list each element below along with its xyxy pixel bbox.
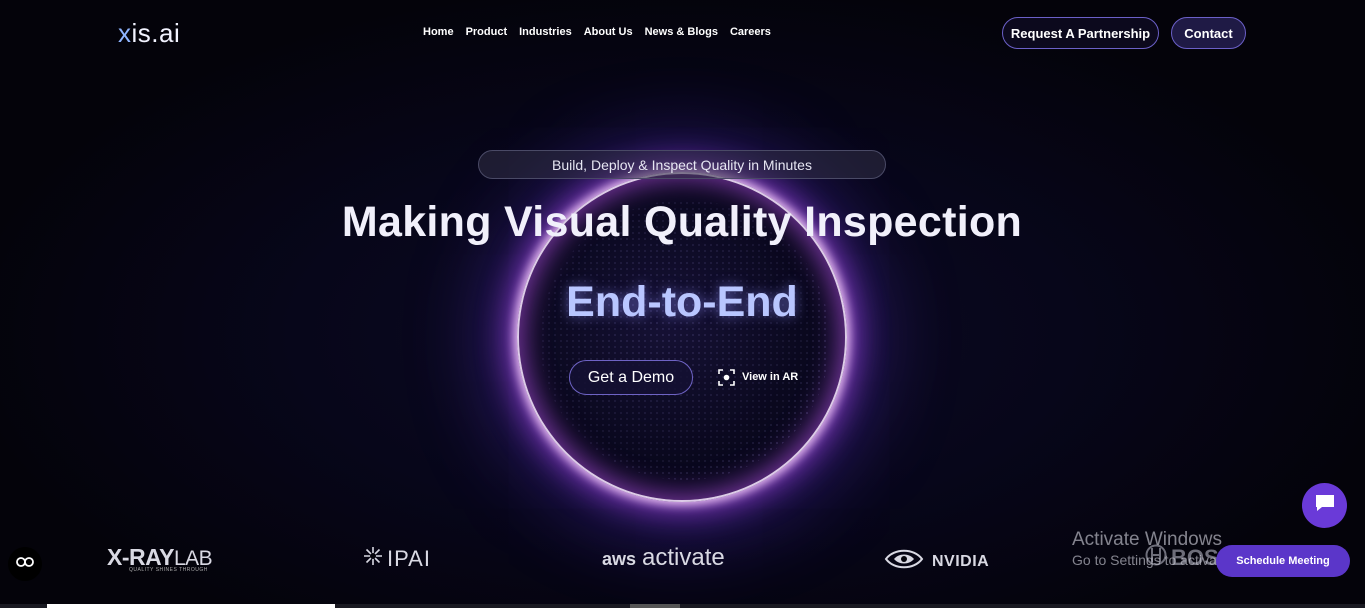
logo-x: x <box>118 18 132 48</box>
progress-segment-secondary <box>630 604 680 608</box>
logo-text: is.ai <box>131 18 181 48</box>
aws-activate-logo: aws activate <box>602 544 725 572</box>
nav-industries[interactable]: Industries <box>519 26 572 38</box>
nav-home[interactable]: Home <box>423 26 454 38</box>
nvidia-logo: NVIDIA <box>884 546 989 577</box>
nav-news-blogs[interactable]: News & Blogs <box>645 26 718 38</box>
hero-subtitle: End-to-End <box>566 278 798 326</box>
contact-button[interactable]: Contact <box>1171 17 1246 49</box>
view-in-ar-button[interactable]: View in AR <box>718 367 798 387</box>
hero-title: Making Visual Quality Inspection <box>341 198 1023 246</box>
ar-scan-icon <box>718 368 735 386</box>
ipai-burst-icon <box>363 546 383 572</box>
accessibility-icon <box>16 555 34 573</box>
scroll-progress <box>0 604 1365 608</box>
aws-text: aws <box>602 549 637 569</box>
xraylab-logo: X-RAYLAB QUALITY SHINES THROUGH <box>107 544 213 573</box>
nvidia-eye-icon <box>884 546 924 577</box>
nav-product[interactable]: Product <box>466 26 508 38</box>
view-in-ar-label: View in AR <box>742 371 799 383</box>
ipai-text: IPAI <box>387 546 431 571</box>
chat-widget-button[interactable] <box>1302 483 1347 528</box>
accessibility-button[interactable] <box>8 547 42 581</box>
site-header: xis.ai Home Product Industries About Us … <box>0 0 1365 66</box>
chat-icon <box>1314 493 1336 518</box>
tagline-pill: Build, Deploy & Inspect Quality in Minut… <box>478 150 886 179</box>
nvidia-text: NVIDIA <box>932 552 990 570</box>
logo[interactable]: xis.ai <box>118 18 180 49</box>
nav-careers[interactable]: Careers <box>730 26 771 38</box>
nav-about-us[interactable]: About Us <box>584 26 633 38</box>
activate-text: activate <box>642 544 725 571</box>
main-nav: Home Product Industries About Us News & … <box>423 26 771 38</box>
get-demo-button[interactable]: Get a Demo <box>569 360 693 395</box>
request-partnership-button[interactable]: Request A Partnership <box>1002 17 1159 49</box>
ipai-logo: IPAI <box>363 546 431 572</box>
progress-segment-active <box>47 604 335 608</box>
schedule-meeting-button[interactable]: Schedule Meeting <box>1216 545 1350 577</box>
xray-tagline: QUALITY SHINES THROUGH <box>129 567 208 573</box>
